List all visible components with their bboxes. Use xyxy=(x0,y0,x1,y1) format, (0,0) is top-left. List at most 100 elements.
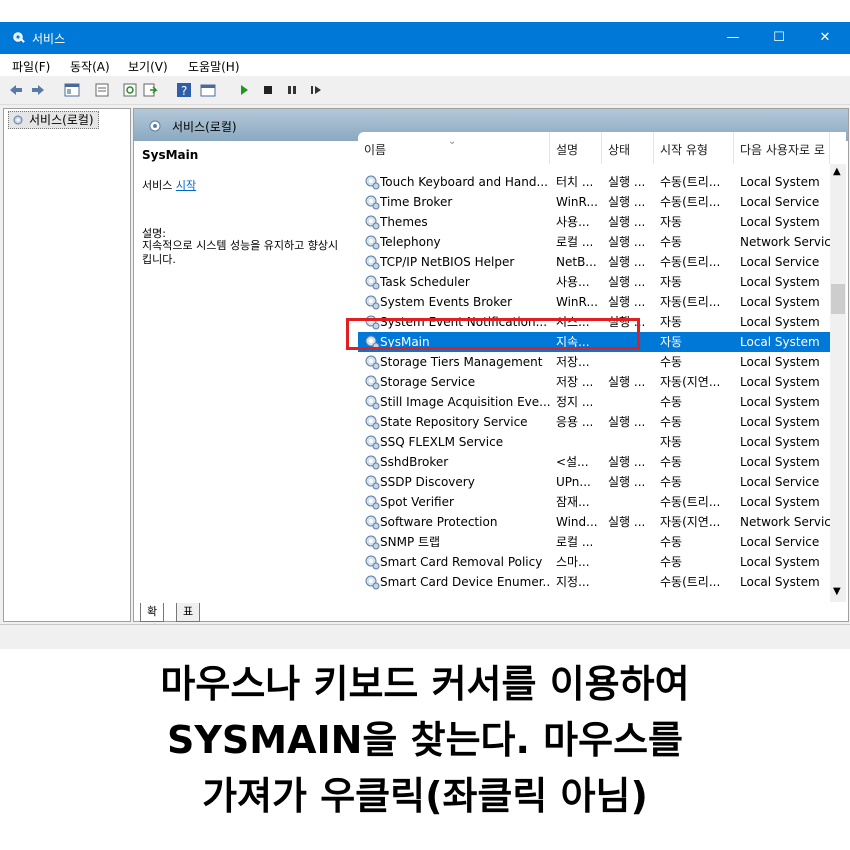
column-header-description[interactable]: 설명 xyxy=(550,132,602,164)
service-gear-icon xyxy=(365,475,380,490)
service-startup: 자동 xyxy=(660,435,683,449)
maximize-button[interactable]: ☐ xyxy=(756,22,802,54)
services-list: 이름 ⌄ 설명 상태 시작 유형 다음 사용자로 로 Touch Keyboard… xyxy=(358,132,846,602)
service-gear-icon xyxy=(365,375,380,390)
service-name: Time Broker xyxy=(380,195,453,209)
stop-icon[interactable] xyxy=(260,82,276,98)
service-desc: 응용 ... xyxy=(556,415,594,429)
service-name: SNMP 트랩 xyxy=(380,535,441,549)
service-row[interactable]: Telephony 로컬 ... 실행 ... 수동 Network Service xyxy=(358,232,830,252)
refresh-icon[interactable] xyxy=(122,82,138,98)
service-row[interactable]: Storage Tiers Management 저장... 수동 Local Sys… xyxy=(358,352,830,372)
service-desc: 사용... xyxy=(556,215,590,229)
service-row[interactable]: SNMP 트랩 로컬 ... 수동 Local Service xyxy=(358,532,830,552)
status-bar xyxy=(0,624,850,649)
service-startup: 수동 xyxy=(660,455,683,469)
annotation-highlight-box xyxy=(346,318,640,350)
vertical-scrollbar[interactable]: ▲ ▼ xyxy=(830,164,846,602)
service-row[interactable]: Spot Verifier 잠재... 수동(트리... Local System xyxy=(358,492,830,512)
service-name: Task Scheduler xyxy=(380,275,470,289)
service-row[interactable]: SSDP Discovery UPn... 실행 ... 수동 Local Servic… xyxy=(358,472,830,492)
service-logon: Local System xyxy=(740,455,820,469)
column-header-startup-type[interactable]: 시작 유형 xyxy=(654,132,734,164)
service-status: 실행 ... xyxy=(608,175,646,189)
back-arrow-icon[interactable] xyxy=(8,82,24,98)
help-icon[interactable]: ? xyxy=(176,82,192,98)
play-icon[interactable] xyxy=(236,82,252,98)
service-row[interactable]: SSQ FLEXLM Service 자동 Local System xyxy=(358,432,830,452)
service-row[interactable]: Touch Keyboard and Hand... 터치 ... 실행 ... 수동… xyxy=(358,172,830,192)
service-startup: 수동(트리... xyxy=(660,195,721,209)
close-button[interactable]: ✕ xyxy=(802,22,848,54)
service-desc: WinR... xyxy=(556,195,598,209)
scrollbar-thumb[interactable] xyxy=(831,284,845,314)
service-name: Touch Keyboard and Hand... xyxy=(380,175,548,189)
service-desc: WinR... xyxy=(556,295,598,309)
console-tree-icon[interactable] xyxy=(64,82,80,98)
console-tree: 서비스(로컬) xyxy=(3,108,131,622)
service-desc: 저장... xyxy=(556,355,590,369)
service-name: Telephony xyxy=(380,235,441,249)
minimize-button[interactable]: — xyxy=(710,22,756,54)
service-row[interactable]: TCP/IP NetBIOS Helper NetB... 실행 ... 수동(트리.… xyxy=(358,252,830,272)
service-logon: Local System xyxy=(740,395,820,409)
scroll-up-icon[interactable]: ▲ xyxy=(833,166,841,177)
description-text: 지속적으로 시스템 성능을 유지하고 향상시킵니다. xyxy=(142,239,339,266)
service-gear-icon xyxy=(365,575,380,590)
export-list-icon[interactable] xyxy=(142,82,158,98)
service-desc: <설... xyxy=(556,455,589,469)
service-gear-icon xyxy=(365,275,380,290)
selected-service-name: SysMain xyxy=(142,148,199,162)
service-row[interactable]: System Events Broker WinR... 실행 ... 자동(트리..… xyxy=(358,292,830,312)
service-desc: Wind... xyxy=(556,515,598,529)
column-header-status[interactable]: 상태 xyxy=(602,132,654,164)
caption-line: 마우스나 키보드 커서를 이용하여 xyxy=(160,662,690,706)
service-gear-icon xyxy=(365,415,380,430)
tree-item-services-local[interactable]: 서비스(로컬) xyxy=(8,111,99,129)
service-status: 실행 ... xyxy=(608,375,646,389)
service-startup: 자동 xyxy=(660,335,683,349)
menu-bar: 파일(F) 동작(A) 보기(V) 도움말(H) xyxy=(0,54,850,76)
start-service-link[interactable]: 시작 xyxy=(176,179,196,192)
service-row[interactable]: Still Image Acquisition Eve... 정지 ... 수동 Lo… xyxy=(358,392,830,412)
service-row[interactable]: Smart Card Removal Policy 스마... 수동 Local Sy… xyxy=(358,552,830,572)
tab-extended[interactable]: 확장 xyxy=(140,603,165,636)
service-row[interactable]: State Repository Service 응용 ... 실행 ... 수동 Lo… xyxy=(358,412,830,432)
service-logon: Local System xyxy=(740,415,820,429)
service-status: 실행 ... xyxy=(608,215,646,229)
scroll-down-icon[interactable]: ▼ xyxy=(833,586,841,597)
gear-icon xyxy=(13,115,23,125)
service-startup: 수동(트리... xyxy=(660,175,721,189)
menu-action[interactable]: 동작(A) xyxy=(70,58,110,75)
tab-standard[interactable]: 표준 xyxy=(176,603,201,636)
service-gear-icon xyxy=(365,535,380,550)
service-gear-icon xyxy=(365,355,380,370)
service-logon: Local System xyxy=(740,295,820,309)
service-logon: Network Service xyxy=(740,235,830,249)
forward-arrow-icon[interactable] xyxy=(30,82,46,98)
restart-icon[interactable] xyxy=(308,82,324,98)
menu-help[interactable]: 도움말(H) xyxy=(188,58,240,75)
title-bar: 서비스 — ☐ ✕ xyxy=(0,22,850,54)
show-hide-icon[interactable] xyxy=(200,82,216,98)
service-row[interactable]: Software Protection Wind... 실행 ... 자동(지연...… xyxy=(358,512,830,532)
menu-view[interactable]: 보기(V) xyxy=(128,58,168,75)
column-header-log-on-as[interactable]: 다음 사용자로 로 xyxy=(734,132,830,164)
service-row[interactable]: Storage Service 저장 ... 실행 ... 자동(지연... Local… xyxy=(358,372,830,392)
menu-file[interactable]: 파일(F) xyxy=(12,58,50,75)
column-header-name[interactable]: 이름 ⌄ xyxy=(358,132,550,164)
properties-icon[interactable] xyxy=(94,82,110,98)
service-name: SSQ FLEXLM Service xyxy=(380,435,504,449)
service-desc: 잠재... xyxy=(556,495,590,509)
pause-icon[interactable] xyxy=(284,82,300,98)
service-row[interactable]: Time Broker WinR... 실행 ... 수동(트리... Local Se… xyxy=(358,192,830,212)
service-row[interactable]: Smart Card Device Enumer... 지정... 수동(트리...… xyxy=(358,572,830,592)
service-startup: 자동(트리... xyxy=(660,295,721,309)
service-row[interactable]: Themes 사용... 실행 ... 자동 Local System xyxy=(358,212,830,232)
service-name: Storage Service xyxy=(380,375,476,389)
tree-item-label: 서비스(로컬) xyxy=(29,113,94,127)
service-logon: Local System xyxy=(740,315,820,329)
service-desc: 로컬 ... xyxy=(556,535,594,549)
service-row[interactable]: Task Scheduler 사용... 실행 ... 자동 Local System xyxy=(358,272,830,292)
service-row[interactable]: SshdBroker <설... 실행 ... 수동 Local System xyxy=(358,452,830,472)
